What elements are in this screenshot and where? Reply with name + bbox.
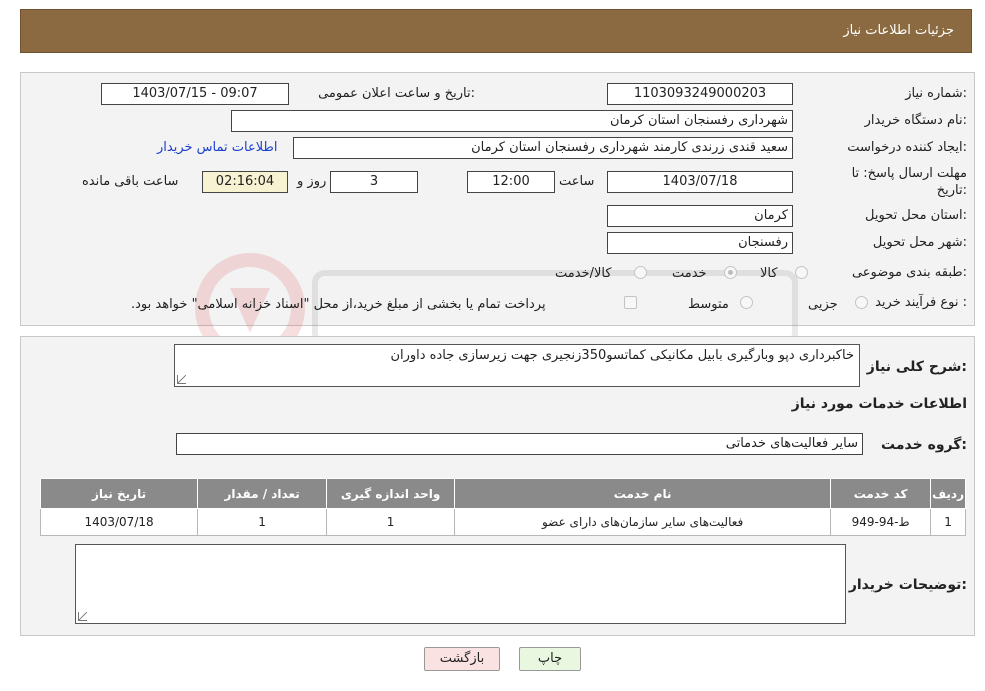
remaining-label: ساعت باقی مانده [82,174,179,189]
need-number-label: شماره نیاز: [905,86,967,101]
print-button[interactable]: چاپ [519,647,581,671]
table-header-row: ردیف کد خدمت نام خدمت واحد اندازه گیری ت… [39,478,966,509]
cell-unit: 1 [326,508,456,536]
services-table: ردیف کد خدمت نام خدمت واحد اندازه گیری ت… [39,478,966,536]
category-radio-goods[interactable] [795,266,808,279]
col-row-header: ردیف [930,478,966,509]
buyer-org-label: نام دستگاه خریدار: [864,113,967,128]
summary-textarea[interactable]: خاکبرداری دپو وبارگیری بابیل مکانیکی کما… [174,344,860,387]
deadline-label: مهلت ارسال پاسخ: تا [851,166,967,181]
deadline-date-field: 1403/07/18 [607,171,793,193]
buyer-notes-textarea[interactable] [75,544,846,624]
cell-name: فعالیت‌های سایر سازمان‌های دارای عضو [454,508,832,536]
requester-label: ایجاد کننده درخواست: [847,140,967,155]
cell-qty: 1 [197,508,328,536]
cell-date: 1403/07/18 [39,508,199,536]
treasury-checkbox[interactable] [624,296,637,309]
need-number-field: 1103093249000203 [607,83,793,105]
announce-label: تاریخ و ساعت اعلان عمومی: [318,86,475,101]
service-group-field: سایر فعالیت‌های خدماتی [176,433,863,455]
cell-row: 1 [930,508,966,536]
page-header: جزئیات اطلاعات نیاز [20,9,972,53]
purchase-radio-medium[interactable] [740,296,753,309]
deadline-time-field: 12:00 [467,171,555,193]
city-label: شهر محل تحویل: [872,235,967,250]
city-field: رفسنجان [607,232,793,254]
days-label: روز و [297,174,327,189]
contact-info-link[interactable]: اطلاعات تماس خریدار [157,140,277,155]
province-label: استان محل تحویل: [865,208,967,223]
announce-field: 1403/07/15 - 09:07 [101,83,289,105]
col-date-header: تاریخ نیاز [39,478,199,509]
summary-label: شرح کلی نیاز: [866,359,967,375]
category-radio-service[interactable] [724,266,737,279]
table-row: 1 ط-94-949 فعالیت‌های سایر سازمان‌های دا… [39,508,966,536]
province-field: کرمان [607,205,793,227]
cell-code: ط-94-949 [830,508,932,536]
page-title: جزئیات اطلاعات نیاز [843,23,954,38]
purchase-type-label: نوع فرآیند خرید : [875,295,967,310]
category-label: طبقه بندی موضوعی: [851,265,967,280]
col-qty-header: تعداد / مقدار [197,478,328,509]
col-code-header: کد خدمت [830,478,932,509]
service-group-label: گروه خدمت: [881,437,967,453]
treasury-note: پرداخت تمام یا بخشی از مبلغ خرید،از محل … [131,297,546,312]
category-radio-goods-service[interactable] [634,266,647,279]
services-title: اطلاعات خدمات مورد نیاز [791,396,967,412]
category-option-goods-service: کالا/خدمت [555,266,612,281]
category-option-service: خدمت [672,266,707,281]
purchase-option-medium: متوسط [688,297,729,312]
purchase-option-minor: جزیی [808,297,838,312]
remaining-time-field: 02:16:04 [202,171,288,193]
days-field: 3 [330,171,418,193]
category-option-goods: کالا [760,266,778,281]
resize-handle-icon[interactable] [177,375,186,384]
buyer-org-field: شهرداری رفسنجان استان کرمان [231,110,793,132]
purchase-radio-minor[interactable] [855,296,868,309]
col-name-header: نام خدمت [454,478,832,509]
resize-handle-icon[interactable] [78,612,87,621]
deadline-label-date: تاریخ: [936,183,967,198]
buyer-notes-label: توضیحات خریدار: [848,577,967,593]
back-button[interactable]: بازگشت [424,647,500,671]
summary-text: خاکبرداری دپو وبارگیری بابیل مکانیکی کما… [390,348,854,363]
requester-field: سعید قندی زرندی کارمند شهرداری رفسنجان ا… [293,137,793,159]
deadline-time-label: ساعت [559,174,595,189]
col-unit-header: واحد اندازه گیری [326,478,456,509]
